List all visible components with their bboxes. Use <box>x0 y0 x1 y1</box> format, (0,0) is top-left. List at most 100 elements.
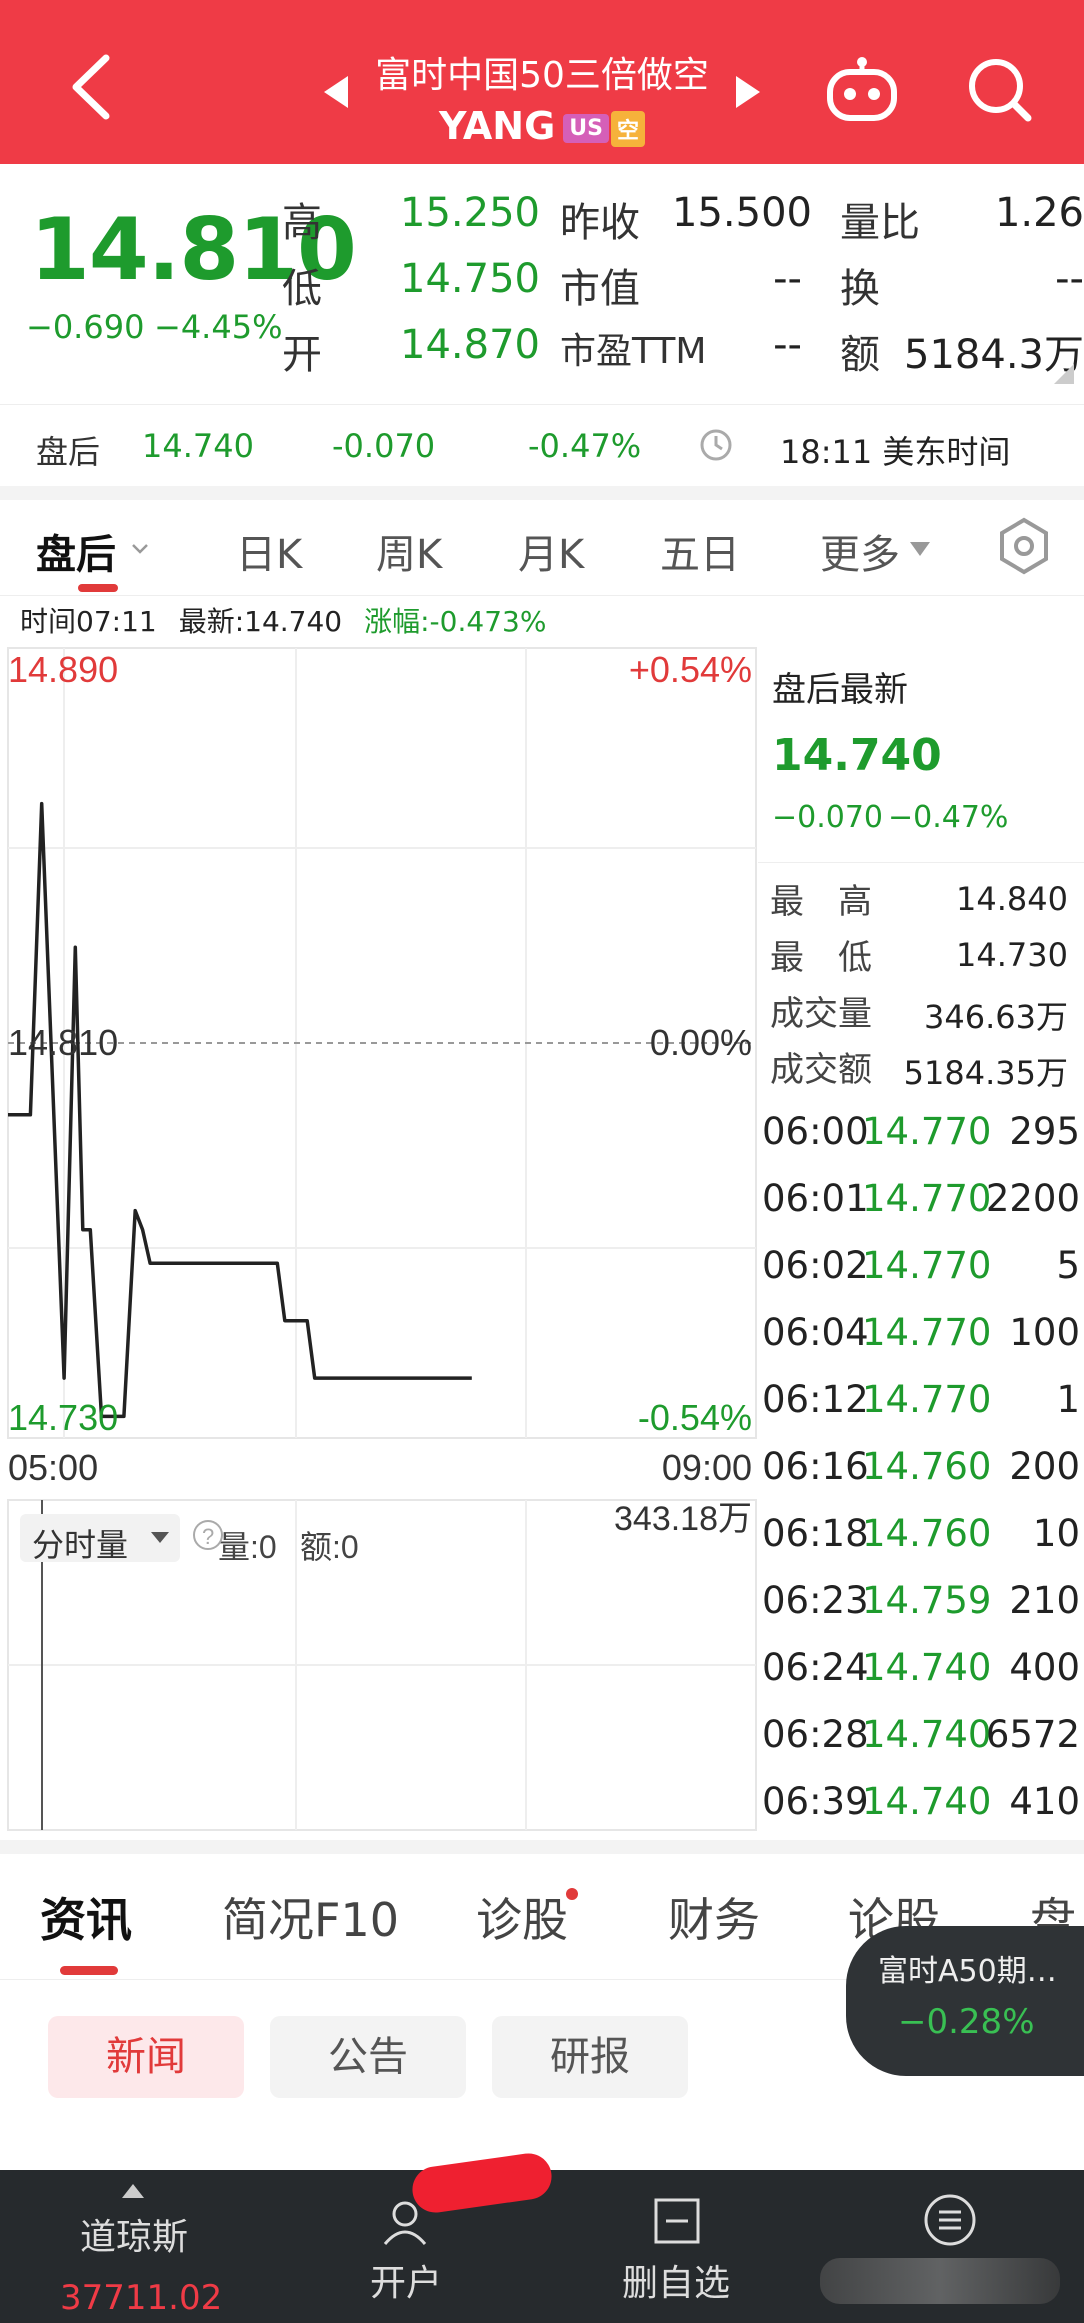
open-account-label[interactable]: 开户 <box>370 2254 442 2306</box>
tab-overview-f10[interactable]: 简况F10 <box>222 1884 399 1950</box>
high-value: 15.250 <box>400 190 540 236</box>
prev-stock-arrow-icon[interactable] <box>318 72 354 112</box>
chevron-down-icon[interactable] <box>130 542 150 556</box>
y-top-label: 14.890 <box>8 649 118 690</box>
expand-corner-icon[interactable] <box>1054 364 1074 384</box>
next-stock-arrow-icon[interactable] <box>730 72 766 112</box>
trade-row: 06:00 14.770 295 <box>758 1110 1084 1176</box>
section-divider <box>0 1840 1084 1854</box>
trade-price: 14.760 <box>862 1445 992 1488</box>
panel-low-label: 最 低 <box>770 938 872 978</box>
dow-jones-value: 37711.02 <box>60 2278 223 2318</box>
tab-financials[interactable]: 财务 <box>668 1884 760 1950</box>
tab-more[interactable]: 更多 <box>820 522 900 580</box>
intraday-chart[interactable]: 14.890 +0.54% 14.810 0.00% 14.730 -0.54%… <box>0 640 760 1840</box>
trade-row: 06:01 14.770 2200 <box>758 1177 1084 1243</box>
caret-down-icon[interactable] <box>908 540 932 558</box>
panel-title: 盘后最新 <box>772 670 908 710</box>
trade-volume: 210 <box>1009 1579 1080 1622</box>
vol-ratio-value: 1.26 <box>994 190 1084 236</box>
a50-futures-widget[interactable]: 富时A50期… −0.28% <box>846 1926 1084 2076</box>
panel-price: 14.740 <box>772 730 942 781</box>
trade-volume: 400 <box>1009 1646 1080 1689</box>
info-latest: 最新:14.740 <box>178 605 343 638</box>
volume-type-select[interactable]: 分时量 <box>20 1514 180 1564</box>
panel-low-value: 14.730 <box>956 936 1068 974</box>
tab-underline <box>60 1966 118 1975</box>
chip-announcements[interactable]: 公告 <box>270 2016 466 2098</box>
trade-price: 14.770 <box>862 1177 992 1220</box>
panel-amount-value: 5184.35万 <box>903 1054 1068 1092</box>
settings-hexagon-icon[interactable] <box>998 516 1050 576</box>
trade-row: 06:02 14.770 5 <box>758 1244 1084 1310</box>
volume-type-value: 分时量 <box>32 1526 129 1564</box>
open-value: 14.870 <box>400 322 540 368</box>
trade-volume: 200 <box>1009 1445 1080 1488</box>
trade-time: 06:01 <box>762 1177 869 1220</box>
ticker-row: YANG US 空 <box>360 104 724 148</box>
market-cap-label: 市值 <box>560 266 640 312</box>
trade-volume: 100 <box>1009 1311 1080 1354</box>
short-badge: 空 <box>611 110 646 147</box>
tab-diagnosis[interactable]: 诊股 <box>476 1884 568 1950</box>
trade-row: 06:04 14.770 100 <box>758 1311 1084 1377</box>
trade-volume: 6572 <box>985 1713 1080 1756</box>
low-value: 14.750 <box>400 256 540 302</box>
notification-dot <box>566 1888 578 1900</box>
vol-ratio-label: 量比 <box>840 200 920 246</box>
trade-volume: 295 <box>1009 1110 1080 1153</box>
trade-time: 06:18 <box>762 1512 869 1555</box>
chip-news[interactable]: 新闻 <box>48 2016 244 2098</box>
tab-five-day[interactable]: 五日 <box>660 522 740 580</box>
caret-up-icon[interactable] <box>120 2182 146 2200</box>
trade-volume: 410 <box>1009 1780 1080 1823</box>
y-mid-label: 14.810 <box>8 1022 118 1063</box>
clock-icon <box>700 429 732 461</box>
ticker-symbol: YANG <box>438 104 556 148</box>
after-hours-change: -0.070 <box>332 427 436 465</box>
back-arrow-icon[interactable] <box>62 52 122 122</box>
trade-volume: 5 <box>1056 1244 1080 1287</box>
prev-close-value: 15.500 <box>672 190 812 236</box>
trade-volume: 2200 <box>985 1177 1080 1220</box>
svg-text:?: ? <box>202 1524 214 1549</box>
panel-change-pct: −0.47% <box>888 800 1009 835</box>
remove-watchlist-label[interactable]: 删自选 <box>622 2254 730 2306</box>
a50-change-pct: −0.28% <box>898 2002 1035 2042</box>
chart-info-row: 时间07:11 最新:14.740 涨幅:-0.473% <box>20 600 568 640</box>
dow-jones-label[interactable]: 道琼斯 <box>80 2208 188 2260</box>
trade-price: 14.770 <box>862 1311 992 1354</box>
menu-icon[interactable] <box>922 2192 978 2248</box>
tab-after-hours[interactable]: 盘后 <box>36 522 116 580</box>
trade-row: 06:12 14.770 1 <box>758 1378 1084 1444</box>
chart-tabs: 盘后 日K 周K 月K 五日 更多 <box>0 500 1084 596</box>
trade-row: 06:23 14.759 210 <box>758 1579 1084 1645</box>
after-hours-label: 盘后 <box>36 433 101 471</box>
trade-time: 06:04 <box>762 1311 869 1354</box>
trade-price: 14.740 <box>862 1780 992 1823</box>
after-hours-price: 14.740 <box>142 427 254 465</box>
robot-assistant-icon[interactable] <box>824 56 900 124</box>
low-label: 低 <box>282 266 322 312</box>
turnover-value: -- <box>1055 256 1084 302</box>
tab-monthly-k[interactable]: 月K <box>518 522 584 580</box>
trade-row: 06:24 14.740 400 <box>758 1646 1084 1712</box>
info-time: 时间07:11 <box>20 605 157 638</box>
tab-weekly-k[interactable]: 周K <box>376 522 442 580</box>
turnover-label: 换 <box>840 266 880 312</box>
search-icon[interactable] <box>964 54 1034 124</box>
chip-research[interactable]: 研报 <box>492 2016 688 2098</box>
after-hours-strip[interactable]: 盘后 14.740 -0.070 -0.47% 18:11 美东时间 <box>0 404 1084 486</box>
after-hours-time: 18:11 美东时间 <box>780 433 1011 471</box>
trade-time: 06:12 <box>762 1378 869 1421</box>
tab-news[interactable]: 资讯 <box>40 1884 132 1950</box>
info-change: 涨幅:-0.473% <box>364 605 547 638</box>
caret-down-icon <box>151 1532 169 1543</box>
trade-time: 06:23 <box>762 1579 869 1622</box>
trade-price: 14.770 <box>862 1378 992 1421</box>
tab-daily-k[interactable]: 日K <box>236 522 302 580</box>
trade-row: 06:16 14.760 200 <box>758 1445 1084 1511</box>
after-hours-change-pct: -0.47% <box>528 427 642 465</box>
market-cap-value: -- <box>773 256 802 302</box>
remove-watchlist-icon[interactable] <box>652 2196 702 2246</box>
